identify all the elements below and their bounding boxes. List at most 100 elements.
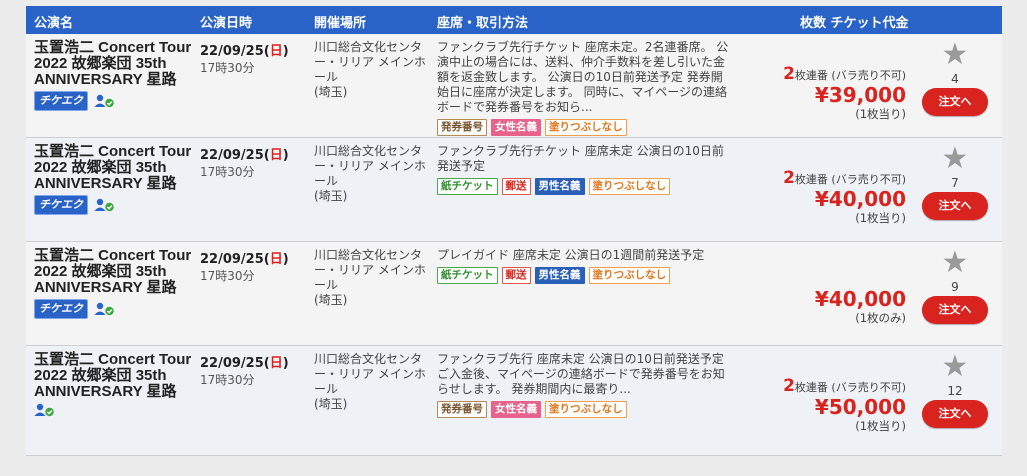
quantity-info: 2枚連番 (バラ売り不可) <box>726 168 906 188</box>
verified-user-icon <box>34 403 56 417</box>
verified-user-icon <box>94 94 116 108</box>
table-row: 玉置浩二 Concert Tour 2022 故郷楽団 35th ANNIVER… <box>26 242 1002 346</box>
condition-tag: 郵送 <box>501 178 531 195</box>
condition-tag: 塗りつぶしなし <box>588 267 671 284</box>
venue-name: 川口総合文化センター・リリア メインホール <box>314 248 426 292</box>
order-button[interactable]: 注文へ <box>922 192 988 220</box>
date-cell: 22/09/25(日) 17時30分 <box>200 40 310 76</box>
price-cell: 2枚連番 (バラ売り不可) ¥50,000 (1枚当り) <box>726 376 906 434</box>
listing-frame: 公演名 公演日時 開催場所 座席・取引方法 枚数 チケット代金 玉置浩二 Con… <box>0 0 1027 476</box>
condition-tag: 塗りつぶしなし <box>545 401 627 418</box>
date-text: 22/09/25( <box>200 148 270 163</box>
date-close: ) <box>282 148 289 163</box>
date-close: ) <box>282 356 289 371</box>
quantity-number: 2 <box>783 168 795 188</box>
date-cell: 22/09/25(日) 17時30分 <box>200 352 310 388</box>
order-button[interactable]: 注文へ <box>922 296 988 324</box>
ticketeku-badge: チケエク <box>34 91 88 111</box>
price-unit: (1枚のみ) <box>855 311 906 325</box>
condition-tag: 男性名義 <box>534 178 585 195</box>
header-price: 枚数 チケット代金 <box>800 16 909 31</box>
seat-description: プレイガイド 座席未定 公演日の1週間前発送予定 <box>437 248 705 262</box>
seller-badges: チケエク <box>34 299 194 319</box>
venue-name: 川口総合文化センター・リリア メインホール <box>314 352 426 396</box>
table-row: 玉置浩二 Concert Tour 2022 故郷楽団 35th ANNIVER… <box>26 346 1002 456</box>
favorite-star-icon[interactable]: ★ <box>920 144 990 174</box>
date-close: ) <box>282 44 289 59</box>
day-of-week: 日 <box>269 252 283 267</box>
date-cell: 22/09/25(日) 17時30分 <box>200 144 310 180</box>
event-time: 17時30分 <box>200 61 255 75</box>
seat-description: ファンクラブ先行チケット 座席未定。2名連番席。 公演中止の場合には、送料、仲介… <box>437 40 729 114</box>
seat-description: ファンクラブ先行 座席未定 公演日の10日前発送予定 ご入金後、マイページの連絡… <box>437 352 725 396</box>
condition-tag: 女性名義 <box>491 401 541 418</box>
price-unit: (1枚当り) <box>855 211 906 225</box>
venue-cell: 川口総合文化センター・リリア メインホール (埼玉) <box>314 352 432 412</box>
date-close: ) <box>282 252 289 267</box>
condition-tag: 男性名義 <box>534 267 585 284</box>
event-time: 17時30分 <box>200 269 255 283</box>
price-cell: 2枚連番 (バラ売り不可) ¥40,000 (1枚当り) <box>726 168 906 226</box>
seat-info-cell: ファンクラブ先行チケット 座席未定。2名連番席。 公演中止の場合には、送料、仲介… <box>437 40 729 136</box>
favorite-count: 12 <box>947 384 963 398</box>
venue-prefecture: (埼玉) <box>314 85 348 99</box>
event-name-cell: 玉置浩二 Concert Tour 2022 故郷楽団 35th ANNIVER… <box>34 248 194 319</box>
header-seat: 座席・取引方法 <box>437 16 529 31</box>
quantity-text: 枚連番 (バラ売り不可) <box>794 173 906 186</box>
event-date: 22/09/25(日) <box>200 352 310 371</box>
venue-name: 川口総合文化センター・リリア メインホール <box>314 144 426 188</box>
venue-prefecture: (埼玉) <box>314 189 348 203</box>
table-row: 玉置浩二 Concert Tour 2022 故郷楽団 35th ANNIVER… <box>26 34 1002 138</box>
condition-tag: 塗りつぶしなし <box>545 119 627 136</box>
event-title-link[interactable]: 玉置浩二 Concert Tour 2022 故郷楽団 35th ANNIVER… <box>34 248 194 296</box>
header-name: 公演名 <box>34 16 74 31</box>
event-date: 22/09/25(日) <box>200 248 310 267</box>
event-title-link[interactable]: 玉置浩二 Concert Tour 2022 故郷楽団 35th ANNIVER… <box>34 144 194 192</box>
favorite-count: 9 <box>951 280 959 294</box>
event-name-cell: 玉置浩二 Concert Tour 2022 故郷楽団 35th ANNIVER… <box>34 144 194 215</box>
event-name-cell: 玉置浩二 Concert Tour 2022 故郷楽団 35th ANNIVER… <box>34 352 194 417</box>
header-venue: 開催場所 <box>314 16 367 31</box>
ticket-price: ¥50,000 <box>814 395 906 419</box>
condition-tag: 塗りつぶしなし <box>588 178 671 195</box>
date-cell: 22/09/25(日) 17時30分 <box>200 248 310 284</box>
order-button[interactable]: 注文へ <box>922 88 988 116</box>
price-cell: ¥40,000 (1枚のみ) <box>726 288 906 326</box>
ticket-price: ¥40,000 <box>814 187 906 211</box>
condition-tag: 発券番号 <box>437 119 487 136</box>
event-title-link[interactable]: 玉置浩二 Concert Tour 2022 故郷楽団 35th ANNIVER… <box>34 352 194 400</box>
verified-user-icon <box>94 198 116 212</box>
event-time: 17時30分 <box>200 373 255 387</box>
favorite-star-icon[interactable]: ★ <box>920 248 990 278</box>
date-text: 22/09/25( <box>200 252 270 267</box>
condition-tag: 発券番号 <box>437 401 487 418</box>
quantity-info: 2枚連番 (バラ売り不可) <box>726 376 906 396</box>
action-cell: ★ 4 注文へ <box>920 40 990 116</box>
venue-cell: 川口総合文化センター・リリア メインホール (埼玉) <box>314 144 432 204</box>
price-cell: 2枚連番 (バラ売り不可) ¥39,000 (1枚当り) <box>726 64 906 122</box>
ticket-price: ¥40,000 <box>814 287 906 311</box>
order-button[interactable]: 注文へ <box>922 400 988 428</box>
table-body: 玉置浩二 Concert Tour 2022 故郷楽団 35th ANNIVER… <box>26 34 1002 456</box>
favorite-star-icon[interactable]: ★ <box>920 40 990 70</box>
favorite-count: 7 <box>951 176 959 190</box>
condition-tags: 発券番号 女性名義 塗りつぶしなし <box>437 401 729 418</box>
event-name-cell: 玉置浩二 Concert Tour 2022 故郷楽団 35th ANNIVER… <box>34 40 194 111</box>
venue-cell: 川口総合文化センター・リリア メインホール (埼玉) <box>314 248 432 308</box>
venue-cell: 川口総合文化センター・リリア メインホール (埼玉) <box>314 40 432 100</box>
ticketeku-badge: チケエク <box>34 195 88 215</box>
ticket-price: ¥39,000 <box>814 83 906 107</box>
header-date: 公演日時 <box>200 16 253 31</box>
quantity-text: 枚連番 (バラ売り不可) <box>794 381 906 394</box>
seller-badges <box>34 403 194 417</box>
favorite-count: 4 <box>951 72 959 86</box>
price-unit: (1枚当り) <box>855 419 906 433</box>
quantity-info: 2枚連番 (バラ売り不可) <box>726 64 906 84</box>
venue-prefecture: (埼玉) <box>314 293 348 307</box>
ticket-listing-table: 公演名 公演日時 開催場所 座席・取引方法 枚数 チケット代金 玉置浩二 Con… <box>26 6 1002 456</box>
date-text: 22/09/25( <box>200 356 270 371</box>
condition-tags: 発券番号 女性名義 塗りつぶしなし <box>437 119 729 136</box>
favorite-star-icon[interactable]: ★ <box>920 352 990 382</box>
table-row: 玉置浩二 Concert Tour 2022 故郷楽団 35th ANNIVER… <box>26 138 1002 242</box>
event-title-link[interactable]: 玉置浩二 Concert Tour 2022 故郷楽団 35th ANNIVER… <box>34 40 194 88</box>
